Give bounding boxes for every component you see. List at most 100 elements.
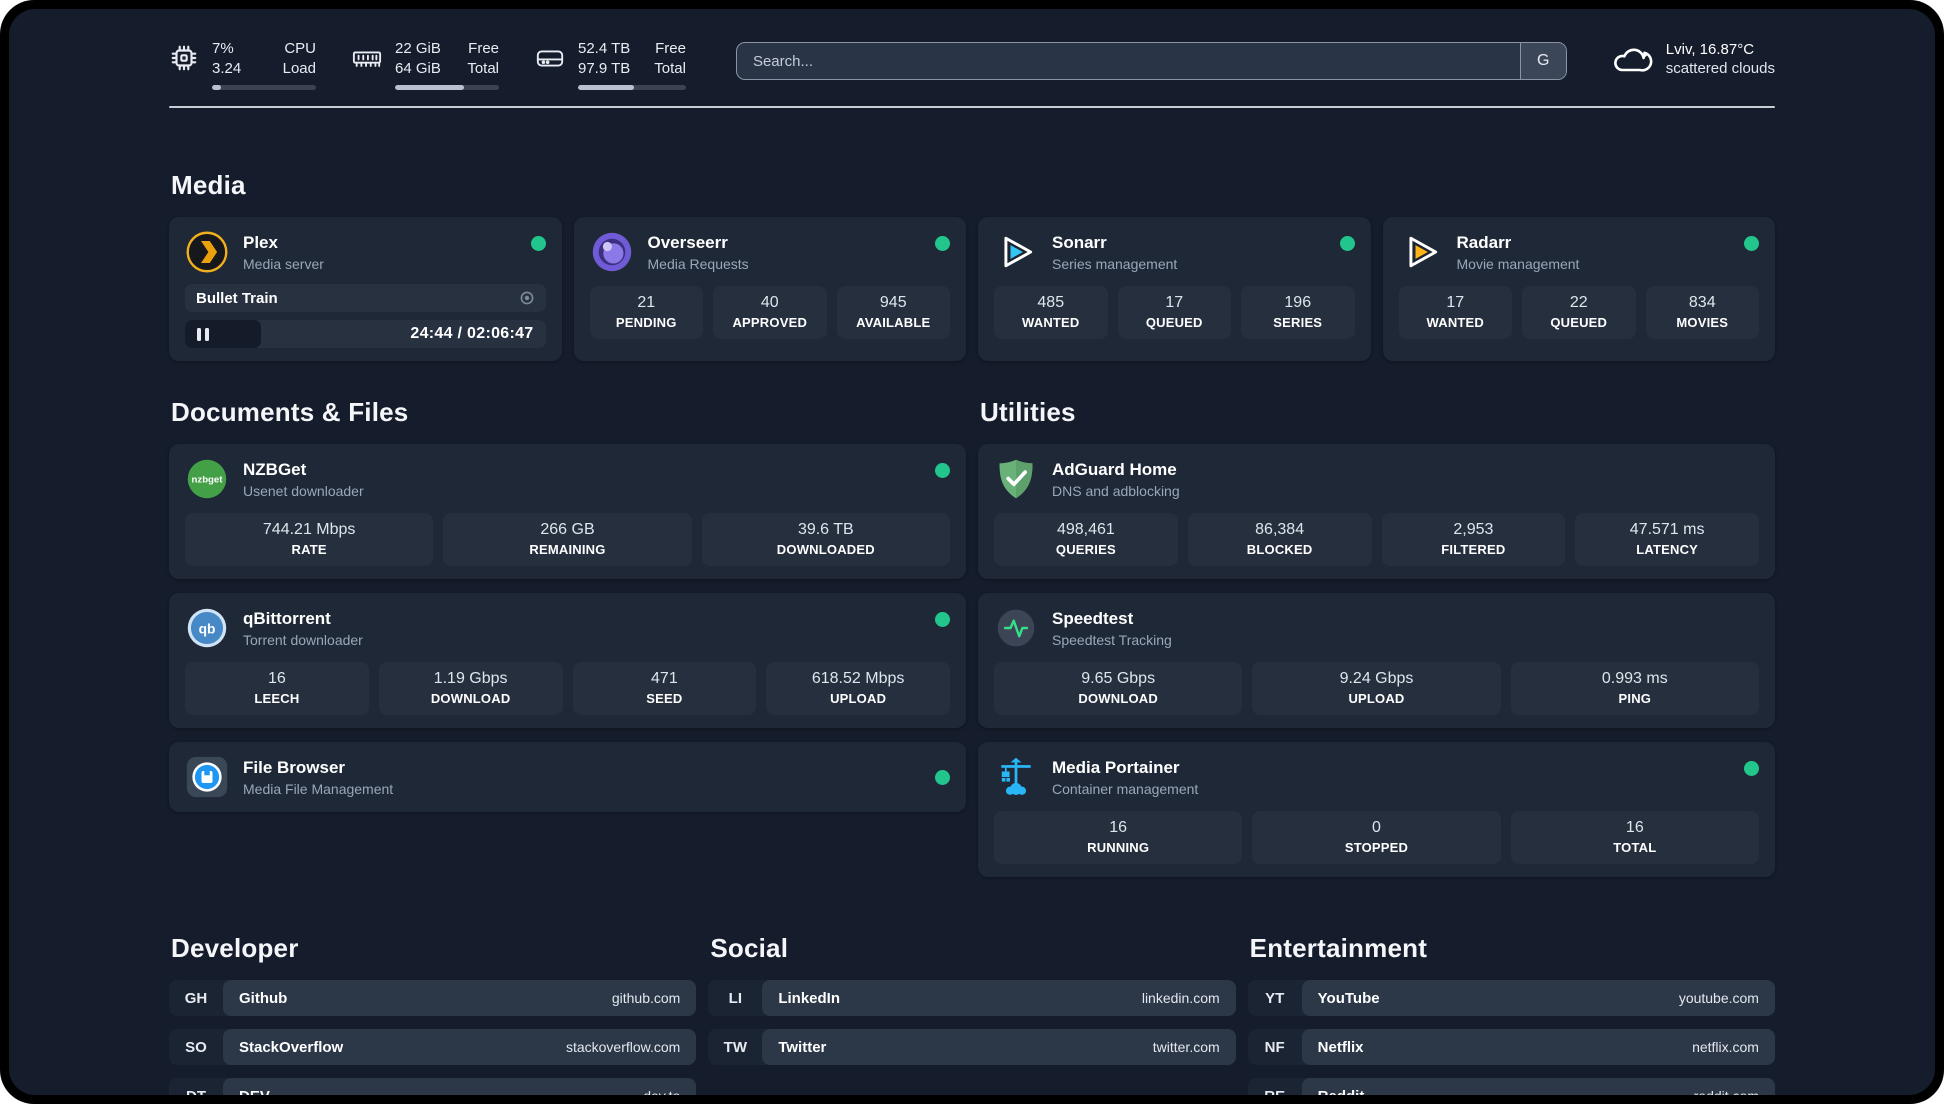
- speedtest-icon: [994, 606, 1038, 650]
- cpu-load-label: Load: [282, 60, 316, 77]
- bookmark-dev[interactable]: DT DEV dev.to: [169, 1078, 697, 1096]
- card-title: Speedtest: [1052, 608, 1134, 628]
- memory-icon: [352, 43, 382, 73]
- stat-approved: 40 APPROVED: [713, 286, 827, 339]
- memory-total-label: Total: [467, 60, 499, 77]
- status-dot: [530, 236, 546, 251]
- bookmark-twitter[interactable]: TW Twitter twitter.com: [708, 1029, 1236, 1065]
- section-title-documents: Documents & Files: [171, 397, 409, 427]
- stat-wanted: 17 WANTED: [1398, 286, 1512, 339]
- bookmark-name: Netflix: [1317, 1038, 1364, 1056]
- bookmark-name: DEV: [239, 1088, 270, 1096]
- card-subtitle: Series management: [1052, 255, 1178, 272]
- bookmark-tag: NF: [1264, 1038, 1285, 1056]
- memory-free: 22 GiB: [395, 40, 441, 57]
- bookmark-tag: GH: [184, 989, 208, 1007]
- status-dot: [935, 769, 950, 785]
- stat-filtered: 2,953 FILTERED: [1381, 513, 1566, 566]
- cpu-progress-track: [212, 85, 316, 90]
- stat-queries: 498,461 QUERIES: [994, 513, 1178, 566]
- svg-text:qb: qb: [199, 622, 216, 637]
- status-dot: [1744, 236, 1759, 251]
- storage-progress-fill: [578, 85, 635, 90]
- filebrowser-icon: [185, 755, 229, 799]
- radarr-card[interactable]: Radarr Movie management 17 WANTED 22 QUE…: [1382, 217, 1775, 361]
- stat-queued: 22 QUEUED: [1522, 286, 1636, 339]
- bookmark-url: youtube.com: [1678, 990, 1759, 1006]
- window-frame: 7% 3.24 CPU Load 22 GiB 64 GiB Free Tota…: [0, 0, 1944, 1104]
- bookmark-reddit[interactable]: RE Reddit reddit.com: [1247, 1078, 1775, 1095]
- cpu-usage-label: CPU: [284, 40, 316, 57]
- section-title-developer: Developer: [171, 933, 299, 963]
- nzbget-icon: nzbget: [185, 457, 229, 501]
- nzbget-card[interactable]: nzbget NZBGet Usenet downloader 744.21 M…: [169, 444, 966, 579]
- playback-time: 24:44 / 02:06:47: [410, 325, 534, 342]
- card-subtitle: Speedtest Tracking: [1052, 631, 1172, 648]
- stat-total: 16 TOTAL: [1510, 811, 1759, 864]
- stat-rate: 744.21 Mbps RATE: [185, 513, 434, 566]
- qbittorrent-card[interactable]: qb qBittorrent Torrent downloader 16 LEE…: [169, 593, 966, 728]
- cpu-icon: [169, 43, 199, 73]
- sonarr-card[interactable]: Sonarr Series management 485 WANTED 17 Q…: [978, 217, 1371, 361]
- speedtest-card[interactable]: Speedtest Speedtest Tracking 9.65 Gbps D…: [978, 593, 1775, 728]
- bookmark-name: YouTube: [1317, 989, 1380, 1007]
- card-title: AdGuard Home: [1052, 459, 1177, 479]
- card-title: NZBGet: [243, 459, 307, 479]
- card-subtitle: DNS and adblocking: [1052, 482, 1180, 499]
- stat-upload: 618.52 Mbps UPLOAD: [766, 662, 950, 715]
- bookmark-url: linkedin.com: [1141, 990, 1220, 1006]
- cloud-icon: [1611, 43, 1653, 75]
- bookmark-linkedin[interactable]: LI LinkedIn linkedin.com: [708, 980, 1236, 1016]
- pause-icon[interactable]: [197, 327, 209, 341]
- storage-free: 52.4 TB: [578, 40, 631, 57]
- adguard-icon: [994, 457, 1038, 501]
- plex-card[interactable]: Plex Media server Bullet Train 24:44 / 0…: [169, 217, 562, 361]
- bookmark-stackoverflow[interactable]: SO StackOverflow stackoverflow.com: [169, 1029, 697, 1065]
- cpu-progress-fill: [212, 85, 222, 90]
- card-title: Media Portainer: [1052, 757, 1180, 777]
- bookmark-tag: DT: [169, 1078, 223, 1096]
- plex-icon: [185, 230, 229, 274]
- bookmark-github[interactable]: GH Github github.com: [169, 980, 697, 1016]
- bookmark-netflix[interactable]: NF Netflix netflix.com: [1247, 1029, 1775, 1065]
- stat-series: 196 SERIES: [1241, 286, 1355, 339]
- bookmark-group-entertainment: Entertainment YT YouTube youtube.com NF …: [1247, 933, 1775, 1095]
- now-playing-row: Bullet Train: [185, 284, 546, 312]
- sonarr-icon: [994, 230, 1038, 274]
- portainer-card[interactable]: Media Portainer Container management 16 …: [978, 742, 1775, 877]
- adguard-card[interactable]: AdGuard Home DNS and adblocking 498,461 …: [978, 444, 1775, 579]
- card-subtitle: Container management: [1052, 780, 1199, 797]
- overseerr-card[interactable]: Overseerr Media Requests 21 PENDING 40 A…: [573, 217, 966, 361]
- bookmark-name: Twitter: [778, 1038, 827, 1056]
- stat-available: 945 AVAILABLE: [836, 286, 950, 339]
- card-subtitle: Torrent downloader: [243, 631, 363, 648]
- bookmark-name: Github: [239, 989, 288, 1007]
- status-dot: [935, 463, 950, 478]
- search-input[interactable]: [735, 42, 1567, 80]
- stat-ping: 0.993 ms PING: [1510, 662, 1759, 715]
- storage-total: 97.9 TB: [578, 60, 631, 77]
- filebrowser-card[interactable]: File Browser Media File Management: [169, 742, 966, 812]
- stat-upload: 9.24 Gbps UPLOAD: [1252, 662, 1501, 715]
- status-dot: [1744, 761, 1759, 776]
- memory-progress-track: [395, 85, 499, 90]
- radarr-icon: [1399, 230, 1443, 274]
- bookmark-youtube[interactable]: YT YouTube youtube.com: [1247, 980, 1775, 1016]
- card-subtitle: Media server: [243, 255, 324, 272]
- card-title: File Browser: [243, 757, 346, 777]
- status-dot: [1339, 236, 1355, 251]
- status-dot: [935, 612, 950, 627]
- session-target-icon[interactable]: [519, 290, 535, 306]
- svg-text:nzbget: nzbget: [192, 475, 224, 486]
- search-engine-button[interactable]: G: [1519, 43, 1566, 79]
- storage-progress-track: [578, 85, 686, 90]
- stat-remaining: 266 GB REMAINING: [443, 513, 692, 566]
- bookmark-url: github.com: [611, 990, 681, 1006]
- stat-movies: 834 MOVIES: [1645, 286, 1759, 339]
- card-title: qBittorrent: [243, 608, 331, 628]
- weather-location: Lviv, 16.87°C: [1665, 41, 1755, 58]
- bookmark-tag: SO: [185, 1038, 207, 1056]
- bookmark-tag: LI: [728, 989, 742, 1007]
- search-bar: G: [735, 42, 1567, 80]
- bookmark-group-developer: Developer GH Github github.com SO StackO…: [169, 933, 697, 1096]
